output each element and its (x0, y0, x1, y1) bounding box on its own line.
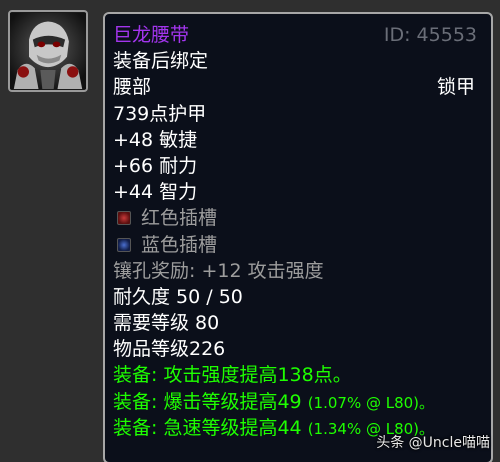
watermark-text: 头条 @Uncle喵喵 (376, 435, 490, 451)
socket-label-blue: 蓝色插槽 (141, 233, 218, 256)
bind-row: 装备后绑定 (113, 48, 483, 74)
socket-bonus-text: 镶孔奖励: +12 攻击强度 (113, 259, 324, 282)
stat-stamina: +66 耐力 (113, 154, 198, 177)
durability-row: 耐久度 50 / 50 (113, 284, 483, 310)
item-header-row: 巨龙腰带 ID: 45553 (113, 22, 483, 48)
socket-bonus-row: 镶孔奖励: +12 攻击强度 (113, 258, 483, 284)
stat-row: +44 智力 (113, 179, 483, 205)
socket-row-blue: 蓝色插槽 (113, 232, 483, 258)
equip-effect-text: 爆击等级提高49 (163, 390, 302, 413)
equip-effect-note: (1.07% @ L80)。 (307, 393, 435, 412)
slot-row: 腰部 锁甲 (113, 74, 483, 100)
item-tooltip: 巨龙腰带 ID: 45553 装备后绑定 腰部 锁甲 739点护甲 +48 敏捷… (103, 12, 493, 462)
socket-label-red: 红色插槽 (141, 207, 218, 230)
masked-helm-icon (10, 13, 86, 89)
equip-effect-row: 装备: 攻击强度提高138点。 (113, 362, 483, 388)
equip-effect-row: 装备: 爆击等级提高49 (1.07% @ L80)。 (113, 389, 483, 415)
red-socket-icon (117, 211, 131, 226)
armor-type-text: 锁甲 (436, 76, 475, 99)
durability-text: 耐久度 50 / 50 (113, 285, 243, 308)
required-level-text: 需要等级 80 (113, 312, 220, 335)
required-level-row: 需要等级 80 (113, 310, 483, 336)
slot-text: 腰部 (113, 76, 152, 99)
item-name: 巨龙腰带 (113, 24, 190, 46)
equip-prefix: 装备: (113, 390, 158, 413)
item-level-text: 物品等级226 (113, 338, 226, 361)
equip-effect-text: 攻击强度提高138点。 (163, 364, 352, 387)
screenshot-stage: 巨龙腰带 ID: 45553 装备后绑定 腰部 锁甲 739点护甲 +48 敏捷… (0, 0, 500, 462)
blue-socket-icon (117, 237, 131, 252)
stat-agility: +48 敏捷 (113, 128, 198, 151)
equip-prefix: 装备: (113, 364, 158, 387)
armor-row: 739点护甲 (113, 101, 483, 127)
equip-effect-text: 急速等级提高44 (163, 416, 302, 439)
item-icon (8, 10, 88, 92)
item-id: ID: 45553 (383, 24, 477, 46)
stat-row: +48 敏捷 (113, 127, 483, 153)
stat-intellect: +44 智力 (113, 181, 198, 204)
armor-text: 739点护甲 (113, 102, 207, 125)
bind-text: 装备后绑定 (113, 50, 209, 73)
stat-row: +66 耐力 (113, 153, 483, 179)
socket-row-red: 红色插槽 (113, 205, 483, 231)
item-level-row: 物品等级226 (113, 336, 483, 362)
equip-prefix: 装备: (113, 416, 158, 439)
